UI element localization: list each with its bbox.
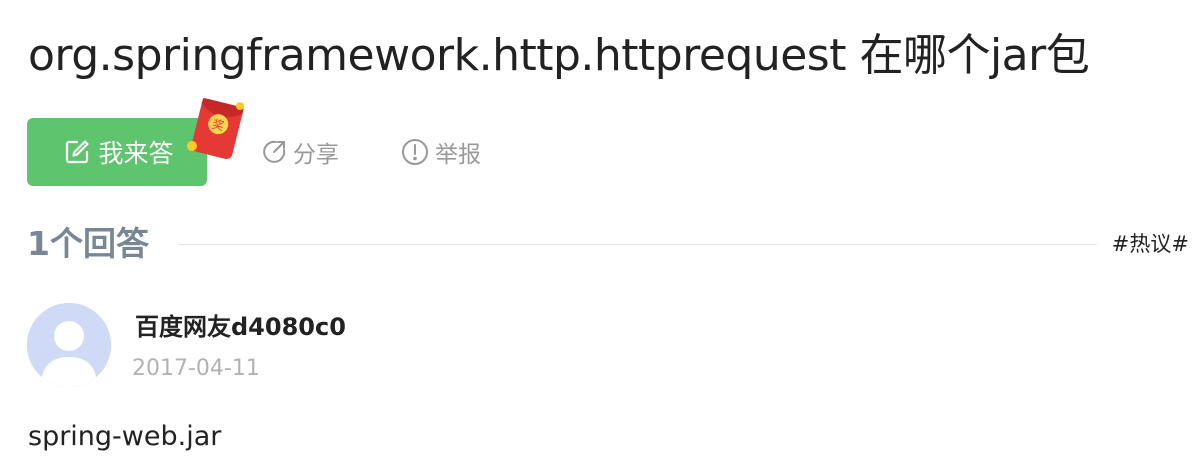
share-icon (261, 139, 293, 165)
report-label: 举报 (435, 142, 481, 168)
share-button[interactable]: 分享 (261, 118, 339, 186)
answer-button-label: 我来答 (98, 139, 174, 168)
answers-header: 1个回答 #热议# (27, 220, 1189, 268)
hot-topic-tag[interactable]: #热议# (1112, 220, 1189, 268)
red-envelope-icon[interactable]: 奖 (182, 94, 252, 164)
answer-button[interactable]: 我来答 (27, 118, 207, 186)
alert-circle-icon (401, 138, 435, 166)
avatar[interactable] (27, 303, 111, 387)
share-label: 分享 (293, 142, 339, 168)
answers-count: 1个回答 (27, 224, 149, 263)
question-actions: 我来答 奖 分享 举报 (27, 98, 627, 186)
answer-content: spring-web.jar (28, 421, 222, 452)
divider (179, 244, 1097, 245)
question-title: org.springframework.http.httprequest 在哪个… (28, 30, 1090, 81)
edit-icon (64, 139, 90, 165)
answer-date: 2017-04-11 (132, 356, 260, 381)
report-button[interactable]: 举报 (401, 118, 481, 186)
answer-user-name[interactable]: 百度网友d4080c0 (135, 309, 346, 345)
